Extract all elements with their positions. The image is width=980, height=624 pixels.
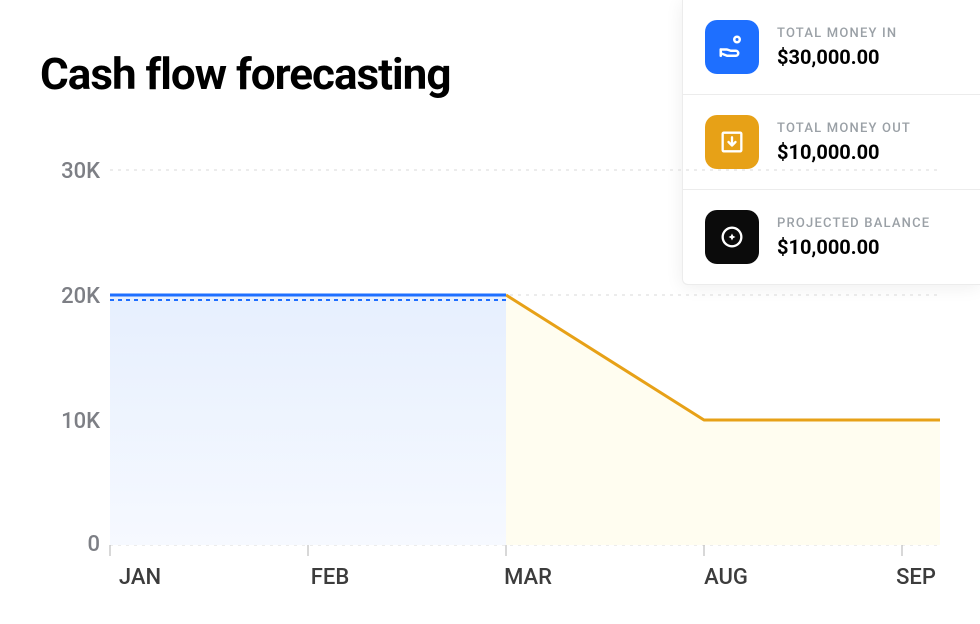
- card-label: TOTAL MONEY IN: [777, 26, 897, 41]
- card-value: $30,000.00: [777, 45, 897, 69]
- ytick-label: 10K: [61, 409, 100, 434]
- xtick-label: MAR: [504, 565, 552, 590]
- ytick-label: 20K: [61, 284, 100, 309]
- xtick-label: JAN: [119, 565, 161, 590]
- xtick-label: FEB: [311, 565, 349, 590]
- ytick-label: 0: [87, 532, 100, 557]
- hand-coin-icon: [705, 20, 759, 74]
- cashflow-chart: 30K 20K 10K 0 JAN FEB MAR AUG SEP: [40, 150, 940, 590]
- card-label: TOTAL MONEY OUT: [777, 121, 911, 136]
- xtick-label: AUG: [704, 565, 748, 590]
- ytick-label: 30K: [61, 159, 100, 184]
- page-title: Cash flow forecasting: [40, 48, 450, 100]
- card-money-in: TOTAL MONEY IN $30,000.00: [683, 0, 980, 95]
- xtick-label: SEP: [896, 565, 936, 590]
